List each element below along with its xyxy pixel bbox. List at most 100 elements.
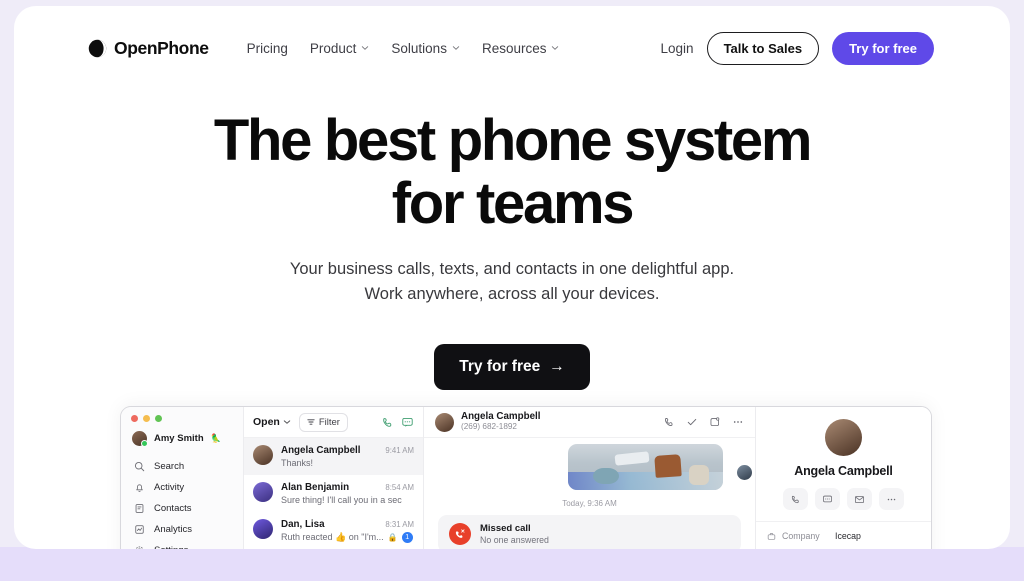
maximize-window-icon[interactable] [155, 415, 162, 422]
avatar [253, 482, 273, 502]
thread-contact-name: Angela Campbell [461, 411, 541, 423]
avatar [825, 419, 862, 456]
nav-item-resources-label: Resources [481, 40, 547, 56]
close-window-icon[interactable] [131, 415, 138, 422]
try-for-free-nav-button[interactable]: Try for free [832, 31, 934, 65]
sidebar-item-settings-label: Settings [154, 545, 188, 549]
conversation-list: Open Filter Angela Campbell 9:41 AM Than… [244, 407, 424, 549]
list-item-header: Angela Campbell 9:41 AM [281, 445, 414, 456]
contact-field-company: Company Icecap [767, 531, 920, 541]
thread-header: Angela Campbell (269) 682-1892 [424, 407, 755, 438]
thread-actions [663, 416, 744, 428]
contact-panel-actions [756, 488, 931, 510]
image-chair [654, 454, 682, 478]
sidebar-item-search[interactable]: Search [121, 456, 243, 477]
mark-done-icon[interactable] [686, 416, 698, 428]
headline-line-2: for teams [391, 170, 635, 236]
talk-to-sales-button[interactable]: Talk to Sales [706, 31, 820, 65]
sidebar-item-activity[interactable]: Activity [121, 477, 243, 498]
snooze-icon[interactable] [709, 416, 721, 428]
list-item[interactable]: Dan, Lisa 8:31 AM Ruth reacted 👍 on "I'm… [244, 512, 423, 549]
sidebar-item-contacts[interactable]: Contacts [121, 498, 243, 519]
app-screenshot: Amy Smith 🦜 Search Activity Contacts Ana… [120, 406, 932, 549]
conversation-list-actions [381, 416, 414, 429]
image-table [614, 451, 649, 466]
bell-icon [136, 484, 143, 492]
arrow-right-icon: → [549, 358, 565, 376]
phone-missed-glyph [455, 529, 465, 538]
unread-badge: 1 [401, 532, 413, 543]
contact-call-button[interactable] [783, 488, 808, 510]
list-item[interactable]: Angela Campbell 9:41 AM Thanks! [244, 438, 423, 475]
contact-message-button[interactable] [815, 488, 840, 510]
nav-item-solutions-label: Solutions [391, 40, 447, 56]
headline-line-1: The best phone system [213, 108, 813, 173]
sidebar-user[interactable]: Amy Smith 🦜 [121, 422, 243, 447]
nav-item-product-label: Product [309, 40, 357, 56]
sidebar-item-contacts-label: Contacts [154, 503, 192, 514]
missed-call-subtitle: No one answered [480, 535, 549, 545]
contact-panel-name: Angela Campbell [794, 464, 893, 478]
message-thread: Angela Campbell (269) 682-1892 Today, 9:… [424, 407, 755, 549]
contact-field-company-label: Company [782, 531, 820, 541]
contact-email-button[interactable] [847, 488, 872, 510]
list-item-preview: Sure thing! I'll call you in a sec [281, 495, 414, 505]
day-separator: Today, 9:36 AM [562, 499, 617, 508]
more-options-icon[interactable] [732, 416, 744, 428]
hero-cta-label: Try for free [459, 358, 541, 376]
new-message-icon[interactable] [401, 416, 414, 429]
nav-item-resources[interactable]: Resources [482, 41, 560, 56]
chevron-down-icon [362, 46, 369, 50]
message-icon [823, 495, 832, 502]
hero-section: The best phone system for teams Your bus… [14, 108, 1010, 426]
nav-item-pricing-label: Pricing [246, 40, 288, 56]
sidebar-item-settings[interactable]: Settings [121, 540, 243, 549]
avatar [253, 445, 273, 465]
filter-button[interactable]: Filter [298, 412, 348, 432]
chevron-down-icon [283, 420, 291, 424]
list-item-body: Alan Benjamin 8:54 AM Sure thing! I'll c… [281, 482, 414, 505]
list-item-time: 9:41 AM [385, 446, 414, 455]
message-image-attachment[interactable] [568, 444, 723, 490]
contact-field-company-label-wrap: Company [767, 531, 835, 541]
missed-call-icon [449, 523, 471, 545]
phone-icon [791, 495, 799, 503]
thread-contact-info: Angela Campbell (269) 682-1892 [461, 411, 540, 433]
list-item-body: Dan, Lisa 8:31 AM Ruth reacted 👍 on "I'm… [281, 519, 414, 543]
avatar [253, 519, 273, 539]
openphone-logo[interactable]: OpenPhone [88, 38, 209, 59]
list-item-name: Dan, Lisa [281, 519, 325, 530]
minimize-window-icon[interactable] [143, 415, 150, 422]
nav-links: Pricing Product Solutions Resources [247, 41, 560, 56]
call-icon[interactable] [663, 416, 675, 428]
list-item-header: Dan, Lisa 8:31 AM [281, 519, 414, 530]
nav-item-product[interactable]: Product [310, 41, 370, 56]
thread-contact-phone: (269) 682-1892 [461, 422, 517, 432]
list-item-time: 8:31 AM [385, 520, 414, 529]
contact-fields: Company Icecap Role Project Manager Phon… [756, 521, 931, 549]
window-traffic-lights [121, 407, 243, 422]
open-filter-label: Open [253, 416, 280, 428]
nav-item-pricing[interactable]: Pricing [247, 41, 288, 56]
list-item-preview: Thanks! [281, 458, 414, 468]
content-card: OpenPhone Pricing Product Solutions Reso… [14, 6, 1010, 549]
app-sidebar: Amy Smith 🦜 Search Activity Contacts Ana… [121, 407, 244, 549]
login-link[interactable]: Login [661, 41, 694, 56]
new-call-icon[interactable] [381, 416, 394, 429]
more-options-icon [887, 498, 896, 500]
sidebar-user-name: Amy Smith [154, 433, 204, 444]
open-filter-select[interactable]: Open [253, 416, 291, 428]
analytics-icon [135, 525, 144, 534]
nav-item-solutions[interactable]: Solutions [391, 41, 460, 56]
try-for-free-hero-button[interactable]: Try for free → [434, 344, 590, 391]
missed-call-title: Missed call [480, 523, 531, 534]
list-item-preview-text: Thanks! [281, 458, 314, 468]
avatar [132, 431, 148, 447]
openphone-logo-icon [88, 39, 107, 57]
contact-more-button[interactable] [879, 488, 904, 510]
list-item[interactable]: Alan Benjamin 8:54 AM Sure thing! I'll c… [244, 475, 423, 512]
sidebar-nav: Search Activity Contacts Analytics Setti… [121, 456, 243, 549]
sidebar-item-analytics[interactable]: Analytics [121, 519, 243, 540]
list-item-body: Angela Campbell 9:41 AM Thanks! [281, 445, 414, 468]
missed-call-card[interactable]: Missed call No one answered [438, 515, 741, 549]
